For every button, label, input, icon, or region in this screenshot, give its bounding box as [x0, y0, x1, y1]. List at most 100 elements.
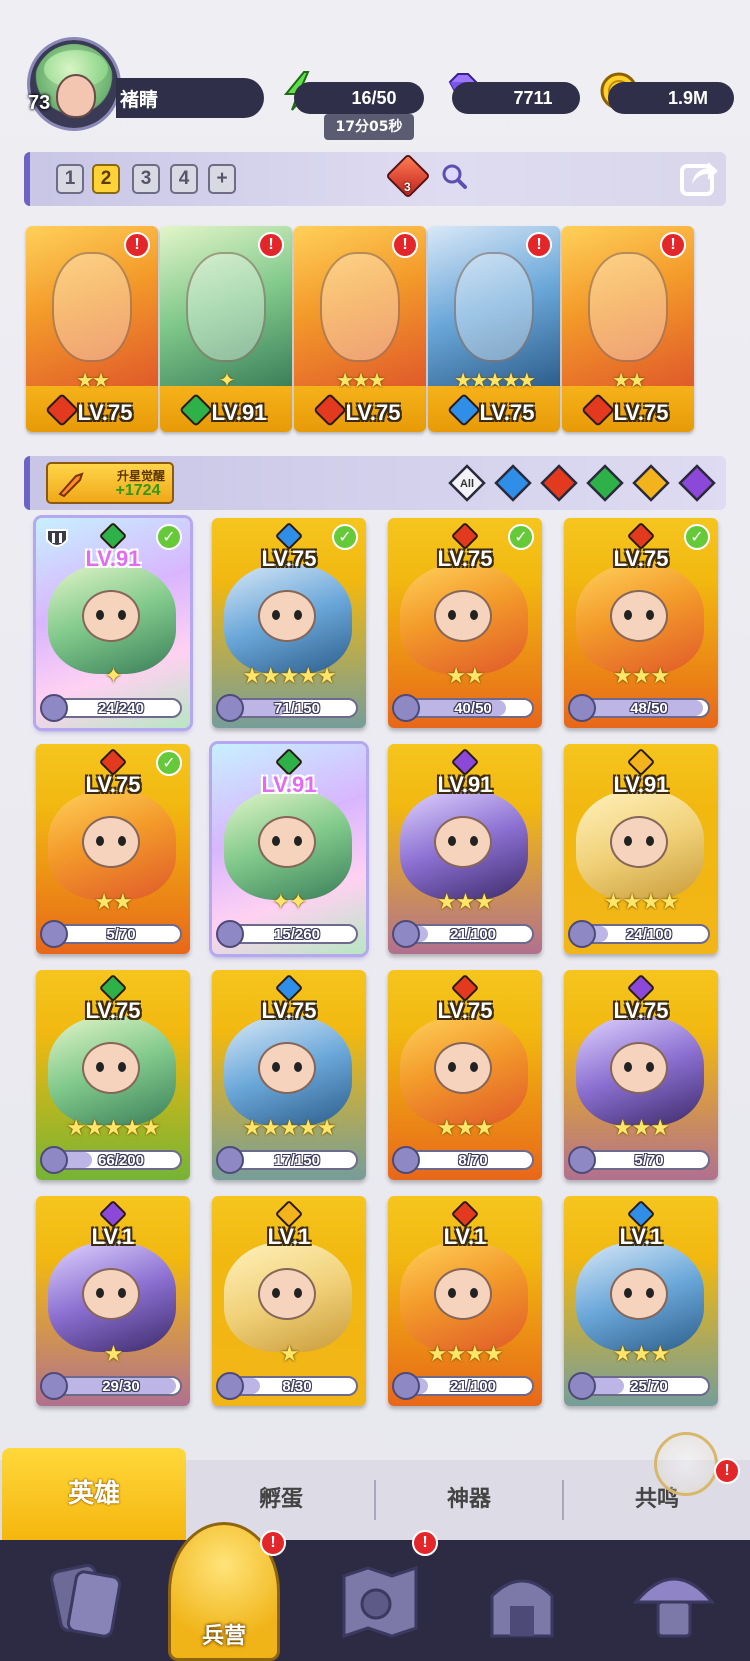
check-icon: ✓ [332, 524, 358, 550]
hero-eye [470, 1288, 478, 1298]
hero-card[interactable]: LV.91 ✦ 24/240 ✓ [36, 518, 190, 728]
hero-level: LV.75 [437, 998, 493, 1023]
hero-card[interactable]: LV.75 ★★ 5/70 ✓ [36, 744, 190, 954]
filter-water-icon[interactable] [494, 464, 532, 502]
hero-eye [624, 1062, 632, 1072]
hero-level: LV.75 [613, 998, 669, 1023]
hero-card[interactable]: LV.75 ★★★★★ 71/150 ✓ [212, 518, 366, 728]
hero-card[interactable]: LV.1 ★ 29/30 [36, 1196, 190, 1406]
hero-eye [118, 836, 126, 846]
team-tab-4[interactable]: 4 [170, 164, 198, 194]
hero-eye [646, 1062, 654, 1072]
hero-stars: ★★ [446, 664, 484, 689]
filter-light-icon[interactable] [632, 464, 670, 502]
shard-icon [392, 694, 420, 722]
hero-level: LV.75 [345, 400, 401, 425]
hero-eye [96, 1288, 104, 1298]
element-gem-count: 3 [404, 180, 411, 194]
hero-eye [118, 1062, 126, 1072]
filter-nature-icon[interactable] [586, 464, 624, 502]
awaken-value: +1724 [115, 482, 161, 499]
filter-all-icon[interactable]: All [448, 464, 486, 502]
tab-heroes[interactable]: 英雄 [2, 1448, 186, 1540]
player-level: 73 [28, 92, 51, 114]
hero-eye [96, 836, 104, 846]
hero-figure [52, 252, 132, 362]
hero-card[interactable]: LV.75 ★★★ 48/50 ✓ [564, 518, 718, 728]
hero-face [258, 590, 316, 642]
hero-eye [470, 836, 478, 846]
hero-card[interactable]: LV.91 ✦✦ 15/260 [212, 744, 366, 954]
awaken-button[interactable]: 升星觉醒 +1724 [46, 462, 174, 504]
hero-face [258, 816, 316, 868]
hero-card[interactable]: LV.91 ★★★★ 24/100 [564, 744, 718, 954]
hero-face [610, 1042, 668, 1094]
energy-timer: 17分05秒 [324, 114, 414, 140]
hero-card[interactable]: LV.1 ★★★★ 21/100 [388, 1196, 542, 1406]
cards-icon[interactable] [36, 1552, 132, 1648]
hero-level: LV.91 [261, 772, 317, 797]
filter-dark-icon[interactable] [678, 464, 716, 502]
shard-icon [392, 1372, 420, 1400]
hero-stars: ★★★★★ [454, 368, 536, 392]
team-tab-3[interactable]: 3 [132, 164, 160, 194]
map-icon[interactable] [332, 1552, 428, 1648]
hero-card[interactable]: LV.75 ★★★ 8/70 [388, 970, 542, 1180]
hero-card[interactable]: LV.91 ★★★ 21/100 [388, 744, 542, 954]
filter-fire-icon[interactable] [540, 464, 578, 502]
mushroom-house-icon[interactable] [626, 1552, 722, 1648]
check-icon: ✓ [684, 524, 710, 550]
team-tab-2[interactable]: 2 [92, 164, 120, 194]
hero-face [82, 590, 140, 642]
shard-icon [216, 1146, 244, 1174]
search-icon[interactable] [440, 162, 468, 190]
temple-icon[interactable] [474, 1552, 570, 1648]
hero-eye [272, 1288, 280, 1298]
hero-eye [272, 610, 280, 620]
hero-eye [624, 610, 632, 620]
check-icon: ✓ [156, 750, 182, 776]
hero-eye [448, 1062, 456, 1072]
hero-card[interactable]: LV.75 ★★★★★ 66/200 [36, 970, 190, 1180]
shard-icon [568, 1146, 596, 1174]
share-icon[interactable] [678, 156, 720, 198]
hero-card[interactable]: LV.75 ★★★★★ 17/150 [212, 970, 366, 1180]
hero-level: LV.1 [267, 1224, 311, 1249]
hero-card[interactable]: LV.1 ★ 8/30 [212, 1196, 366, 1406]
barracks-alert-icon: ! [260, 1530, 286, 1556]
hero-alert-icon: ! [392, 232, 418, 258]
hero-card[interactable]: LV.75 ★★ 40/50 ✓ [388, 518, 542, 728]
hero-eye [294, 1288, 302, 1298]
hero-stars: ★★★★★ [66, 1116, 161, 1141]
resonance-icon[interactable] [654, 1432, 718, 1496]
hero-level: LV.75 [85, 998, 141, 1023]
hero-eye [272, 836, 280, 846]
hero-face [82, 1268, 140, 1320]
barracks-label: 兵营 [201, 1624, 246, 1649]
hero-face [434, 816, 492, 868]
hero-stars: ★★ [94, 890, 132, 915]
hero-level: LV.1 [91, 1224, 135, 1249]
player-name[interactable]: 褚睛 [116, 78, 264, 118]
hero-stars: ✦✦ [271, 890, 308, 915]
shard-icon [392, 1146, 420, 1174]
hero-alert-icon: ! [660, 232, 686, 258]
hero-card[interactable]: LV.1 ★★★ 25/70 [564, 1196, 718, 1406]
hero-eye [118, 1288, 126, 1298]
hero-stars: ✦ [104, 664, 122, 689]
tab-artifacts[interactable]: 神器 [376, 1460, 562, 1540]
team-tab-1[interactable]: 1 [56, 164, 84, 194]
filter-all-label: All [460, 478, 474, 490]
check-icon: ✓ [156, 524, 182, 550]
hero-level: LV.75 [77, 400, 133, 425]
hero-stars: ★★★ [612, 1342, 670, 1367]
hero-level: LV.75 [261, 998, 317, 1023]
hero-eye [624, 1288, 632, 1298]
shard-icon [40, 1146, 68, 1174]
add-team-button[interactable]: + [208, 164, 236, 194]
shard-icon [40, 920, 68, 948]
hero-card[interactable]: LV.75 ★★★ 5/70 [564, 970, 718, 1180]
hero-eye [96, 610, 104, 620]
hero-stars: ✦ [218, 368, 236, 392]
hero-eye [448, 836, 456, 846]
